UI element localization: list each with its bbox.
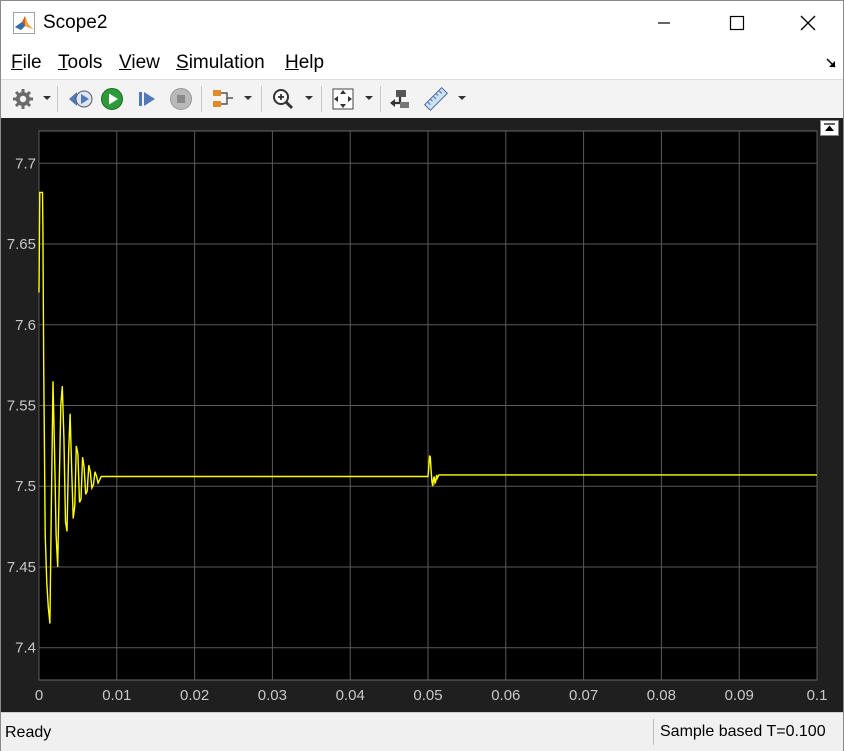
- x-tick-label: 0.06: [491, 687, 520, 704]
- minimize-button[interactable]: [641, 1, 687, 45]
- x-tick-label: 0.01: [102, 687, 131, 704]
- settings-dropdown-arrow[interactable]: [43, 96, 51, 100]
- menu-view[interactable]: View: [119, 52, 160, 74]
- step-forward-button[interactable]: [133, 85, 161, 113]
- run-icon: [101, 88, 123, 110]
- highlight-block-button[interactable]: [386, 85, 414, 113]
- menu-file[interactable]: File: [11, 52, 42, 74]
- stop-button[interactable]: [167, 85, 195, 113]
- dock-arrow-icon[interactable]: [825, 57, 837, 69]
- settings-icon: [13, 89, 33, 109]
- toolbar-separator: [201, 86, 202, 112]
- y-tick-label: 7.45: [7, 559, 36, 576]
- status-text: Ready: [5, 724, 52, 741]
- fit-to-view-dropdown-arrow[interactable]: [365, 96, 373, 100]
- signal-selector-icon: [213, 90, 233, 107]
- highlight-block-icon: [390, 90, 409, 108]
- scope-chart[interactable]: 7.4 7.45 7.5 7.55 7.6 7.65 7.7 0 0.01 0.02 0.03 0.…: [1, 118, 843, 712]
- step-back-icon: [69, 90, 93, 108]
- undock-button[interactable]: [820, 120, 839, 136]
- x-tick-label: 0.02: [180, 687, 209, 704]
- undock-arrow-icon: [824, 123, 835, 131]
- x-tick-label: 0.05: [413, 687, 442, 704]
- status-bar: Ready Sample based T=0.100: [1, 712, 843, 751]
- x-tick-label: 0: [35, 687, 43, 704]
- signal-selector-button[interactable]: [208, 85, 238, 113]
- settings-button[interactable]: [9, 85, 37, 113]
- menu-bar: File Tools View Simulation Help: [1, 45, 843, 79]
- y-tick-labels: 7.4 7.45 7.5 7.55 7.6 7.65 7.7: [7, 155, 36, 656]
- close-icon: [800, 15, 816, 31]
- zoom-dropdown-arrow[interactable]: [305, 96, 313, 100]
- window-title: Scope2: [43, 12, 108, 33]
- toolbar: [1, 79, 843, 119]
- menu-simulation[interactable]: Simulation: [176, 52, 265, 74]
- scope-window: Scope2 File Tools View Simulation Help 7…: [0, 0, 844, 751]
- measurements-button[interactable]: [421, 85, 451, 113]
- close-button[interactable]: [785, 1, 831, 45]
- measurements-icon: [423, 87, 449, 111]
- title-bar: Scope2: [1, 1, 843, 45]
- menu-tools[interactable]: Tools: [58, 52, 102, 74]
- measurements-dropdown-arrow[interactable]: [458, 96, 466, 100]
- x-tick-label: 0.03: [258, 687, 287, 704]
- x-tick-labels: 0 0.01 0.02 0.03 0.04 0.05 0.06 0.07 0.08 0.09 0.1: [35, 687, 828, 704]
- y-tick-label: 7.5: [15, 478, 36, 495]
- step-forward-icon: [139, 92, 155, 106]
- x-tick-label: 0.08: [647, 687, 676, 704]
- stop-icon: [170, 88, 192, 110]
- x-tick-label: 0.09: [725, 687, 754, 704]
- fit-to-view-button[interactable]: [329, 85, 357, 113]
- y-tick-label: 7.6: [15, 317, 36, 334]
- maximize-icon: [729, 15, 745, 31]
- y-tick-label: 7.4: [15, 640, 36, 657]
- x-tick-label: 0.1: [807, 687, 828, 704]
- zoom-icon: [273, 89, 294, 110]
- sample-time-text: Sample based T=0.100: [653, 719, 835, 745]
- run-button[interactable]: [98, 85, 126, 113]
- fit-to-view-icon: [332, 88, 354, 110]
- x-tick-label: 0.04: [336, 687, 365, 704]
- y-tick-label: 7.55: [7, 398, 36, 415]
- plot-region: 7.4 7.45 7.5 7.55 7.6 7.65 7.7 0 0.01 0.02 0.03 0.…: [1, 118, 843, 712]
- minimize-icon: [658, 22, 670, 24]
- y-tick-label: 7.65: [7, 236, 36, 253]
- toolbar-separator: [380, 86, 381, 112]
- toolbar-separator: [321, 86, 322, 112]
- signal-selector-dropdown-arrow[interactable]: [244, 96, 252, 100]
- menu-help[interactable]: Help: [285, 52, 324, 74]
- step-back-button[interactable]: [65, 85, 95, 113]
- toolbar-separator: [57, 86, 58, 112]
- zoom-button[interactable]: [269, 85, 297, 113]
- toolbar-separator: [261, 86, 262, 112]
- x-tick-label: 0.07: [569, 687, 598, 704]
- matlab-logo-icon: [13, 12, 35, 34]
- y-tick-label: 7.7: [15, 155, 36, 172]
- maximize-button[interactable]: [714, 1, 760, 45]
